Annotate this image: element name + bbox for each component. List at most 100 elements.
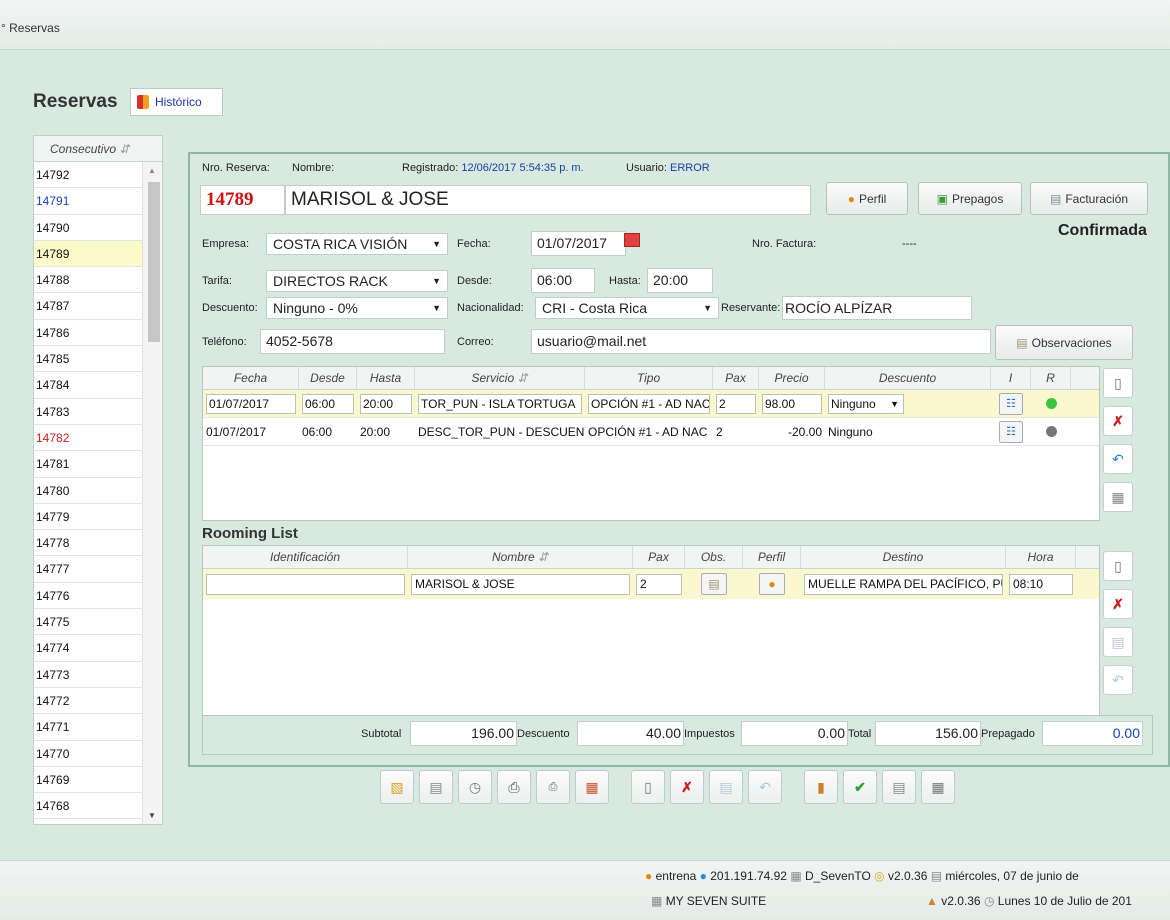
save-icon[interactable]: ▤: [1103, 627, 1133, 657]
rooming-col-header[interactable]: Identificación: [203, 546, 408, 568]
delete-icon[interactable]: ✗: [1103, 406, 1133, 436]
rooming-field-nombre[interactable]: MARISOL & JOSE: [411, 573, 630, 595]
rooming-col-header[interactable]: Nombre ⇵: [408, 546, 633, 568]
folder-icon[interactable]: ▧: [380, 770, 414, 804]
list-item[interactable]: 14779: [34, 504, 142, 531]
sort-icon[interactable]: ⇵: [119, 142, 129, 156]
user-add-icon[interactable]: ●: [759, 573, 785, 595]
undo-icon[interactable]: ↶: [748, 770, 782, 804]
list-item[interactable]: 14778: [34, 530, 142, 557]
calculator-icon[interactable]: ▦: [921, 770, 955, 804]
nro-reserva-field[interactable]: 14789: [200, 185, 285, 215]
list-item[interactable]: 14788: [34, 267, 142, 294]
save-icon[interactable]: ▤: [709, 770, 743, 804]
list-header[interactable]: Consecutivo ⇵: [34, 136, 162, 162]
delete-icon[interactable]: ✗: [670, 770, 704, 804]
print-small-icon[interactable]: ⎙: [536, 770, 570, 804]
services-col-header[interactable]: Servicio ⇵: [415, 367, 585, 389]
list-item[interactable]: 14789: [34, 240, 142, 268]
service-cell-desde[interactable]: 06:00: [302, 393, 354, 414]
consecutivo-list[interactable]: Consecutivo ⇵ 14792 14791 14790 14789 14788 1…: [33, 135, 163, 825]
services-col-header[interactable]: Tipo: [585, 367, 713, 389]
list-item[interactable]: 14770: [34, 741, 142, 767]
reservante-field[interactable]: ROCÍO ALPÍZAR: [782, 296, 972, 320]
list-item[interactable]: 14773: [34, 662, 142, 688]
list-item[interactable]: 14784: [34, 372, 142, 399]
rooming-field-destino[interactable]: MUELLE RAMPA DEL PACÍFICO, PUNTARENAS: [804, 573, 1003, 595]
list-item[interactable]: 14792: [34, 162, 142, 189]
services-grid[interactable]: Fecha Desde Hasta Servicio ⇵ Tipo Pax Precio De…: [202, 366, 1100, 521]
rooming-field-pax[interactable]: 2: [636, 573, 682, 595]
scroll-thumb[interactable]: [148, 182, 160, 342]
historico-button[interactable]: Histórico: [130, 88, 223, 116]
sort-icon[interactable]: ⇵: [514, 371, 527, 385]
new-document-icon[interactable]: ▯: [1103, 368, 1133, 398]
dropdown-arrow-icon[interactable]: ▼: [890, 395, 899, 413]
fecha-field[interactable]: 01/07/2017: [531, 231, 626, 256]
hierarchy-icon[interactable]: ☷: [999, 392, 1023, 415]
hasta-field[interactable]: 20:00: [647, 268, 713, 293]
list-item[interactable]: 14785: [34, 346, 142, 373]
telefono-field[interactable]: 4052-5678: [260, 329, 445, 354]
rooming-col-header[interactable]: Obs.: [685, 546, 743, 568]
facturacion-button[interactable]: ▤ Facturación: [1030, 182, 1148, 215]
list-item[interactable]: 14781: [34, 451, 142, 478]
service-cell-fecha[interactable]: 01/07/2017: [206, 393, 296, 414]
perfil-button[interactable]: ● Perfil: [826, 182, 908, 215]
note-icon[interactable]: ▤: [701, 573, 727, 595]
list-item[interactable]: 14776: [34, 583, 142, 610]
desde-field[interactable]: 06:00: [531, 268, 595, 293]
scroll-down-icon[interactable]: ▼: [148, 811, 156, 820]
list-item[interactable]: 14769: [34, 767, 142, 794]
rooming-grid[interactable]: Identificación Nombre ⇵ Pax Obs. Perfil Desti…: [202, 545, 1100, 741]
list-item[interactable]: 14782: [34, 425, 142, 452]
undo-icon[interactable]: ↶: [1103, 665, 1133, 695]
list-item[interactable]: 14768: [34, 793, 142, 820]
service-cell-servicio[interactable]: TOR_PUN - ISLA TORTUGA: [418, 393, 582, 414]
list-item[interactable]: 14783: [34, 399, 142, 425]
delete-icon[interactable]: ✗: [1103, 589, 1133, 619]
rooming-col-header[interactable]: Pax: [633, 546, 685, 568]
list-item[interactable]: 14780: [34, 478, 142, 504]
list-scrollbar[interactable]: ▲ ▼: [142, 162, 162, 824]
service-cell-precio[interactable]: 98.00: [762, 393, 822, 414]
correo-field[interactable]: usuario@mail.net: [531, 329, 991, 354]
document-icon[interactable]: ▤: [882, 770, 916, 804]
print-icon[interactable]: ⎙: [497, 770, 531, 804]
services-col-header[interactable]: Descuento: [825, 367, 991, 389]
hierarchy-icon[interactable]: ☷: [999, 420, 1023, 443]
nacionalidad-select[interactable]: CRI - Costa Rica ▼: [535, 297, 719, 319]
services-col-header[interactable]: Fecha: [203, 367, 299, 389]
nombre-field[interactable]: MARISOL & JOSE: [285, 185, 811, 215]
empresa-select[interactable]: COSTA RICA VISIÓN ▼: [266, 233, 448, 255]
list-item[interactable]: 14791: [34, 188, 142, 215]
rooming-col-header[interactable]: Hora: [1006, 546, 1076, 568]
confirm-icon[interactable]: ✔: [843, 770, 877, 804]
services-col-header[interactable]: Hasta: [357, 367, 415, 389]
scroll-up-icon[interactable]: ▲: [148, 166, 156, 175]
service-row[interactable]: 01/07/2017 06:00 20:00 TOR_PUN - ISLA TORTU…: [203, 390, 1099, 418]
table-icon[interactable]: ▦: [1103, 482, 1133, 512]
descuento-select[interactable]: Ninguno - 0% ▼: [266, 297, 448, 319]
list-item[interactable]: 14790: [34, 215, 142, 241]
new-icon[interactable]: ▯: [631, 770, 665, 804]
sort-icon[interactable]: ⇵: [535, 550, 548, 564]
list-item[interactable]: 14771: [34, 714, 142, 741]
rooming-field-id[interactable]: [206, 573, 405, 595]
list-item[interactable]: 14786: [34, 320, 142, 347]
service-cell-descuento[interactable]: Ninguno ▼: [828, 393, 904, 414]
service-row[interactable]: 01/07/2017 06:00 20:00 DESC_TOR_PUN - DESCU…: [203, 418, 1099, 446]
services-col-header[interactable]: I: [991, 367, 1031, 389]
calendar-icon[interactable]: ▦: [575, 770, 609, 804]
list-item[interactable]: 14775: [34, 609, 142, 636]
rooming-col-header[interactable]: Destino: [801, 546, 1006, 568]
window-icon[interactable]: ▤: [419, 770, 453, 804]
service-cell-hasta[interactable]: 20:00: [360, 393, 412, 414]
services-col-header[interactable]: Precio: [759, 367, 825, 389]
services-col-header[interactable]: R: [1031, 367, 1071, 389]
list-item[interactable]: 14772: [34, 688, 142, 715]
list-item[interactable]: 14774: [34, 635, 142, 662]
export-icon[interactable]: ▮: [804, 770, 838, 804]
observaciones-button[interactable]: ▤ Observaciones: [995, 325, 1133, 360]
rooming-col-header[interactable]: Perfil: [743, 546, 801, 568]
